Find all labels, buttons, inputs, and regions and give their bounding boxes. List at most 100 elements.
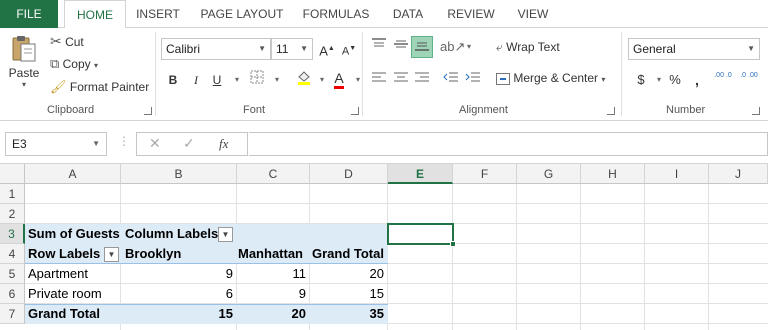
row-header-4[interactable]: 4 <box>0 244 25 264</box>
column-header-j[interactable]: J <box>709 164 768 184</box>
column-labels-filter-button[interactable]: ▼ <box>218 227 233 242</box>
pivot-column-header[interactable]: Brooklyn <box>122 244 184 264</box>
align-right-button[interactable] <box>411 69 433 91</box>
borders-button[interactable] <box>246 69 268 91</box>
number-launcher-icon[interactable] <box>752 107 760 115</box>
pivot-value-cell[interactable]: 11 <box>237 264 309 284</box>
column-header-i[interactable]: I <box>645 164 709 184</box>
column-header-c[interactable]: C <box>237 164 310 184</box>
gridline <box>708 184 709 330</box>
name-box[interactable]: E3 ▼ <box>5 132 107 156</box>
selected-cell-e3[interactable] <box>387 223 454 245</box>
pivot-value-cell[interactable]: 15 <box>310 284 387 304</box>
copy-label: Copy <box>62 57 91 71</box>
row-labels-filter-button[interactable]: ▼ <box>104 247 119 262</box>
grow-font-button[interactable]: A▲ <box>316 38 338 60</box>
pivot-column-header[interactable]: Manhattan <box>235 244 306 264</box>
pivot-value-cell[interactable]: 9 <box>121 264 236 284</box>
increase-indent-button[interactable] <box>462 69 484 91</box>
borders-dropdown-icon[interactable]: ▾ <box>266 69 288 91</box>
tab-home[interactable]: HOME <box>64 0 126 29</box>
tab-page-layout[interactable]: PAGE LAYOUT <box>192 0 292 28</box>
tab-data[interactable]: DATA <box>382 0 434 28</box>
underline-dropdown-icon[interactable]: ▾ <box>226 69 248 91</box>
orientation-dropdown-icon[interactable]: ▾ <box>458 36 480 58</box>
enter-icon[interactable]: ✓ <box>183 135 195 152</box>
merge-dropdown-icon[interactable]: ▾ <box>601 75 605 84</box>
tab-view[interactable]: VIEW <box>508 0 558 28</box>
italic-button[interactable]: I <box>185 69 207 91</box>
insert-function-icon[interactable]: fx <box>219 136 228 152</box>
column-header-h[interactable]: H <box>581 164 645 184</box>
align-top-button[interactable] <box>368 36 390 58</box>
font-color-dropdown-icon[interactable]: ▾ <box>347 69 369 91</box>
align-middle-button[interactable] <box>390 36 412 58</box>
tab-formulas[interactable]: FORMULAS <box>296 0 376 28</box>
paste-dropdown-icon[interactable]: ▾ <box>6 80 42 89</box>
column-header-d[interactable]: D <box>310 164 388 184</box>
pivot-column-labels[interactable]: Column Labels <box>122 224 221 244</box>
percent-button[interactable]: % <box>664 69 686 91</box>
paste-button[interactable]: Paste ▾ <box>6 34 42 96</box>
column-header-b[interactable]: B <box>121 164 237 184</box>
pivot-column-header[interactable]: Grand Total <box>309 244 387 264</box>
cancel-icon[interactable]: ✕ <box>149 135 161 152</box>
group-divider <box>362 32 363 116</box>
align-center-button[interactable] <box>390 69 412 91</box>
underline-button[interactable]: U <box>206 69 228 91</box>
column-header-a[interactable]: A <box>25 164 121 184</box>
tab-file[interactable]: FILE <box>0 0 58 28</box>
row-header-2[interactable]: 2 <box>0 204 25 224</box>
tab-insert[interactable]: INSERT <box>130 0 186 28</box>
row-header-7[interactable]: 7 <box>0 304 25 324</box>
pivot-total-cell[interactable]: 20 <box>237 304 309 324</box>
pivot-row-labels[interactable]: Row Labels <box>25 244 103 264</box>
font-size-dropdown[interactable]: 11 ▼ <box>271 38 313 60</box>
shrink-font-button[interactable]: A▼ <box>338 38 360 60</box>
fill-handle[interactable] <box>450 241 456 247</box>
align-left-button[interactable] <box>368 69 390 91</box>
comma-button[interactable]: , <box>686 69 708 91</box>
font-name-dropdown[interactable]: Calibri ▼ <box>161 38 271 60</box>
select-all-button[interactable] <box>0 164 25 184</box>
font-name-value: Calibri <box>166 42 201 56</box>
name-box-value: E3 <box>12 137 27 151</box>
paste-label: Paste <box>8 66 40 80</box>
align-bottom-icon <box>415 42 429 51</box>
pivot-value-cell[interactable]: 6 <box>121 284 236 304</box>
row-header-5[interactable]: 5 <box>0 264 25 284</box>
tab-review[interactable]: REVIEW <box>440 0 502 28</box>
pivot-value-cell[interactable]: 20 <box>310 264 387 284</box>
copy-button[interactable]: ⧉ Copy ▾ <box>50 56 98 72</box>
align-bottom-button[interactable] <box>411 36 433 58</box>
font-launcher-icon[interactable] <box>351 107 359 115</box>
decrease-indent-button[interactable] <box>440 69 462 91</box>
decrease-decimal-button[interactable]: .0 .00 <box>738 69 760 91</box>
cut-button[interactable]: ✂ Cut <box>50 33 84 50</box>
column-header-f[interactable]: F <box>453 164 517 184</box>
bold-button[interactable]: B <box>162 69 184 91</box>
pivot-total-cell[interactable]: 35 <box>310 304 387 324</box>
alignment-launcher-icon[interactable] <box>607 107 615 115</box>
pivot-row-label[interactable]: Apartment <box>25 264 91 284</box>
worksheet-grid: A B C D E F G H I J 1 2 3 4 5 6 7 Sum of… <box>0 164 768 330</box>
row-header-6[interactable]: 6 <box>0 284 25 304</box>
copy-dropdown-icon[interactable]: ▾ <box>94 61 98 70</box>
pivot-total-cell[interactable]: 15 <box>121 304 236 324</box>
chevron-down-icon: ▼ <box>92 139 100 148</box>
row-header-1[interactable]: 1 <box>0 184 25 204</box>
formula-input[interactable] <box>249 132 768 156</box>
row-header-3[interactable]: 3 <box>0 224 25 244</box>
number-format-dropdown[interactable]: General ▼ <box>628 38 760 60</box>
pivot-value-cell[interactable]: 9 <box>237 284 309 304</box>
increase-decimal-button[interactable]: .00 .0 <box>712 69 734 91</box>
merge-center-button[interactable]: Merge & Center ▾ <box>496 71 605 85</box>
pivot-value-field[interactable]: Sum of Guests <box>25 224 123 244</box>
clipboard-launcher-icon[interactable] <box>144 107 152 115</box>
format-painter-button[interactable]: 🖌 Format Painter <box>50 79 149 95</box>
column-header-g[interactable]: G <box>517 164 581 184</box>
pivot-row-label[interactable]: Private room <box>25 284 105 304</box>
pivot-grand-total-label[interactable]: Grand Total <box>25 304 103 324</box>
wrap-text-button[interactable]: ⤶ Wrap Text <box>496 40 560 55</box>
column-header-e[interactable]: E <box>388 164 453 184</box>
